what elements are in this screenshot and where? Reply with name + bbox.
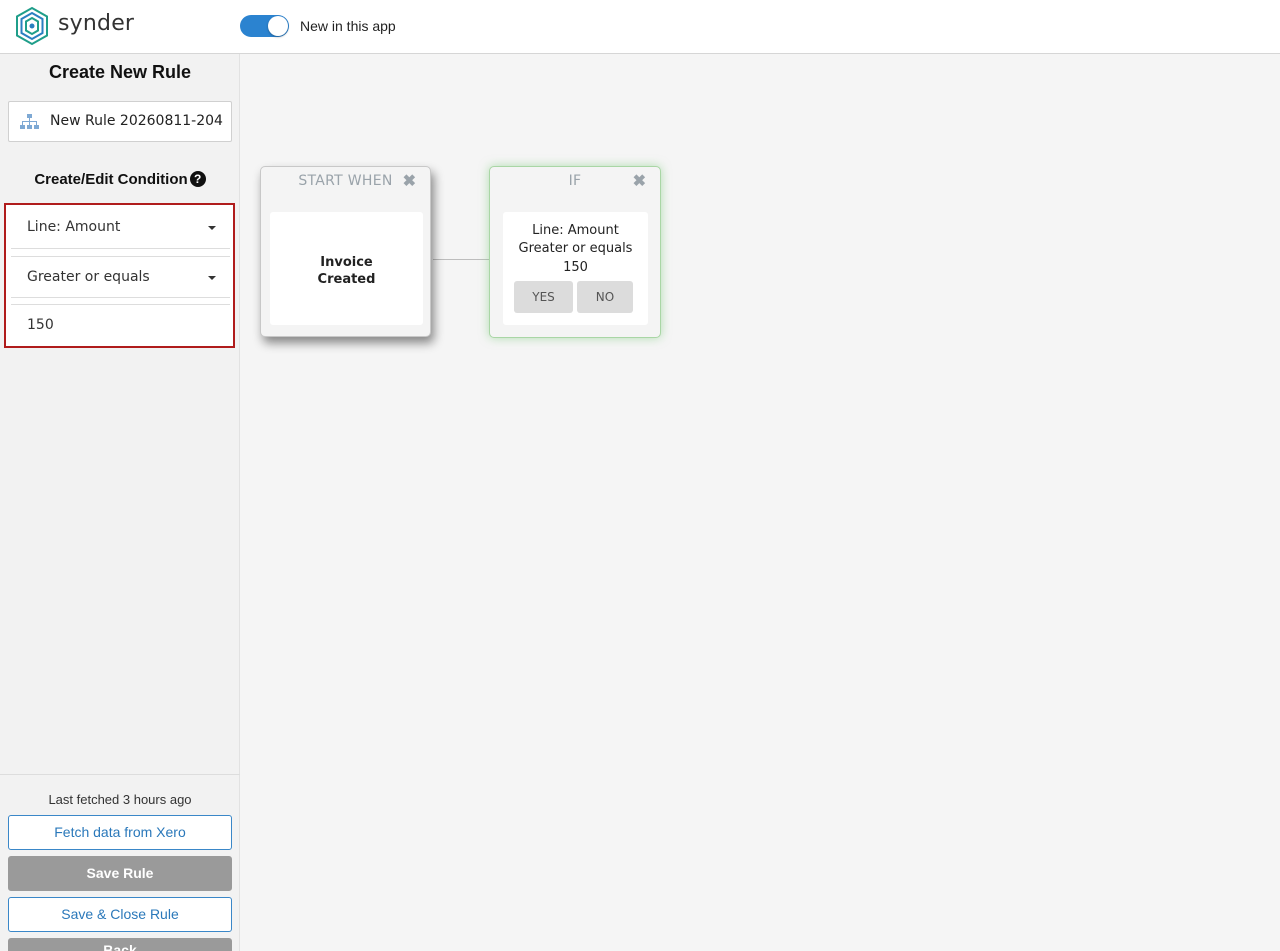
no-branch-button[interactable]: NO (577, 281, 633, 313)
node-connector (433, 259, 491, 260)
brand-name: synder (58, 11, 135, 36)
trigger-text: Invoice Created (270, 254, 423, 288)
condition-operator-select[interactable]: Greater or equals (11, 256, 230, 298)
trigger-line-2: Created (317, 272, 376, 287)
if-node-title: IF (568, 173, 582, 189)
save-rule-button[interactable]: Save Rule (8, 856, 232, 891)
start-when-node[interactable]: START WHEN ✖ Invoice Created (260, 166, 431, 337)
rule-flow-canvas[interactable]: START WHEN ✖ Invoice Created IF ✖ Line: … (241, 54, 1280, 951)
start-node-body[interactable]: Invoice Created (270, 212, 423, 325)
fetch-data-button[interactable]: Fetch data from Xero (8, 815, 232, 850)
trigger-line-1: Invoice (320, 255, 373, 270)
save-close-rule-button[interactable]: Save & Close Rule (8, 897, 232, 932)
condition-title: Create/Edit Condition? (0, 171, 240, 188)
if-node-body[interactable]: Line: Amount Greater or equals 150 YES N… (503, 212, 648, 325)
sitemap-icon (20, 114, 39, 129)
toggle-label: New in this app (300, 18, 396, 34)
toggle-knob (268, 16, 288, 36)
rule-name-input[interactable]: New Rule 20260811-204 (8, 101, 232, 142)
chevron-down-icon (208, 226, 216, 230)
close-icon[interactable]: ✖ (633, 171, 646, 191)
if-operator-text: Greater or equals (518, 241, 633, 256)
help-icon[interactable]: ? (189, 171, 206, 187)
condition-value-text: 150 (27, 317, 54, 333)
condition-field-select[interactable]: Line: Amount (11, 207, 230, 249)
sidebar-footer: Last fetched 3 hours ago Fetch data from… (0, 774, 240, 951)
condition-title-text: Create/Edit Condition (34, 171, 188, 188)
if-field-text: Line: Amount (532, 223, 619, 238)
back-button[interactable]: Back (8, 938, 232, 951)
close-icon[interactable]: ✖ (403, 171, 416, 191)
app-header: synder New in this app (0, 0, 1280, 54)
last-fetched-text: Last fetched 3 hours ago (48, 792, 192, 807)
condition-value-input[interactable]: 150 (11, 304, 230, 346)
new-app-toggle[interactable] (240, 15, 289, 37)
if-value-text: 150 (563, 260, 588, 275)
yes-branch-button[interactable]: YES (514, 281, 573, 313)
panel-title: Create New Rule (48, 62, 192, 82)
condition-field-value: Line: Amount (27, 219, 121, 235)
condition-operator-value: Greater or equals (27, 269, 150, 285)
if-condition-node[interactable]: IF ✖ Line: Amount Greater or equals 150 … (489, 166, 661, 338)
start-node-title: START WHEN (298, 173, 393, 189)
chevron-down-icon (208, 276, 216, 280)
synder-logo-icon[interactable] (14, 6, 50, 46)
rule-name-value: New Rule 20260811-204 (50, 113, 223, 129)
rule-editor-sidebar: Create New Rule New Rule 20260811-204 Cr… (0, 54, 240, 951)
condition-editor: Line: Amount Greater or equals 150 (4, 203, 235, 348)
